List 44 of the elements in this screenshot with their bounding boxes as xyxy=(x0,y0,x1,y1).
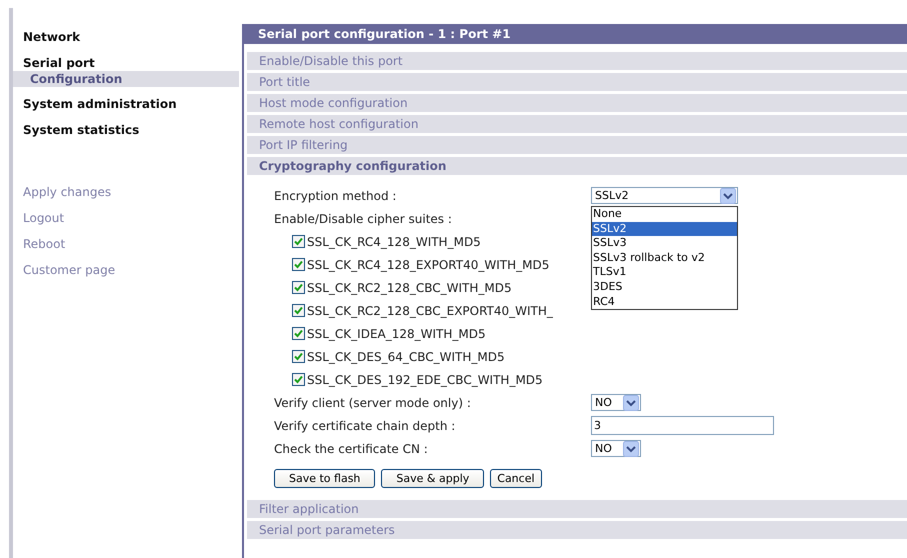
dropdown-option[interactable]: None xyxy=(592,207,737,222)
sidebar-link[interactable]: Logout xyxy=(13,209,239,227)
field-label: Verify client (server mode only) : xyxy=(274,396,472,410)
dropdown-option[interactable]: TLSv1 xyxy=(592,265,737,280)
dropdown-option[interactable]: RC4 xyxy=(592,294,737,310)
dropdown[interactable]: NO xyxy=(591,394,641,411)
input-field[interactable]: 3 xyxy=(591,416,774,435)
checkbox[interactable] xyxy=(292,235,305,248)
checkbox[interactable] xyxy=(292,350,305,363)
checkbox[interactable] xyxy=(292,373,305,386)
sidebar-link[interactable]: Customer page xyxy=(13,261,239,279)
section-header[interactable]: Cryptography configuration xyxy=(247,157,907,175)
checkbox-label: SSL_CK_RC4_128_WITH_MD5 xyxy=(307,234,481,248)
checkbox[interactable] xyxy=(292,304,305,317)
sidebar-item[interactable]: System administration xyxy=(13,95,239,113)
sidebar-item[interactable]: System statistics xyxy=(13,121,239,139)
dropdown-option[interactable]: SSLv3 xyxy=(592,236,737,251)
dropdown-option[interactable]: SSLv3 rollback to v2 xyxy=(592,250,737,266)
dropdown-option[interactable]: 3DES xyxy=(592,280,737,295)
form-button[interactable]: Save & apply xyxy=(381,469,484,488)
checkbox-label: SSL_CK_RC2_128_CBC_WITH_MD5 xyxy=(307,280,512,294)
dropdown[interactable]: NO xyxy=(591,440,641,457)
checkbox[interactable] xyxy=(292,327,305,340)
form-button[interactable]: Cancel xyxy=(490,469,542,488)
panel-title: Serial port configuration - 1 : Port #1 xyxy=(244,24,907,44)
checkbox-label: SSL_CK_RC4_128_EXPORT40_WITH_MD5 xyxy=(307,258,550,272)
form-button[interactable]: Save to flash xyxy=(274,469,376,488)
dropdown[interactable]: SSLv2 xyxy=(591,187,738,204)
checkbox-label: SSL_CK_IDEA_128_WITH_MD5 xyxy=(307,326,486,340)
field-label: Check the certificate CN : xyxy=(274,442,429,456)
checkbox-label: SSL_CK_RC2_128_CBC_EXPORT40_WITH_ xyxy=(307,304,553,318)
sidebar-link[interactable]: Apply changes xyxy=(13,183,239,201)
checkbox[interactable] xyxy=(292,258,305,271)
sidebar-item[interactable]: Serial port xyxy=(13,54,239,72)
checkbox[interactable] xyxy=(292,281,305,294)
checkbox-label: SSL_CK_DES_64_CBC_WITH_MD5 xyxy=(307,350,505,364)
sidebar-item[interactable]: Configuration xyxy=(13,71,239,87)
checkbox-label: SSL_CK_DES_192_EDE_CBC_WITH_MD5 xyxy=(307,372,543,386)
field-label: Encryption method : xyxy=(274,188,398,202)
dropdown-option[interactable]: SSLv2 xyxy=(592,222,737,236)
field-label: Enable/Disable cipher suites : xyxy=(274,212,453,226)
field-label: Verify certificate chain depth : xyxy=(274,418,456,432)
sidebar-item[interactable]: Network xyxy=(13,28,239,46)
sidebar-link[interactable]: Reboot xyxy=(13,235,239,253)
